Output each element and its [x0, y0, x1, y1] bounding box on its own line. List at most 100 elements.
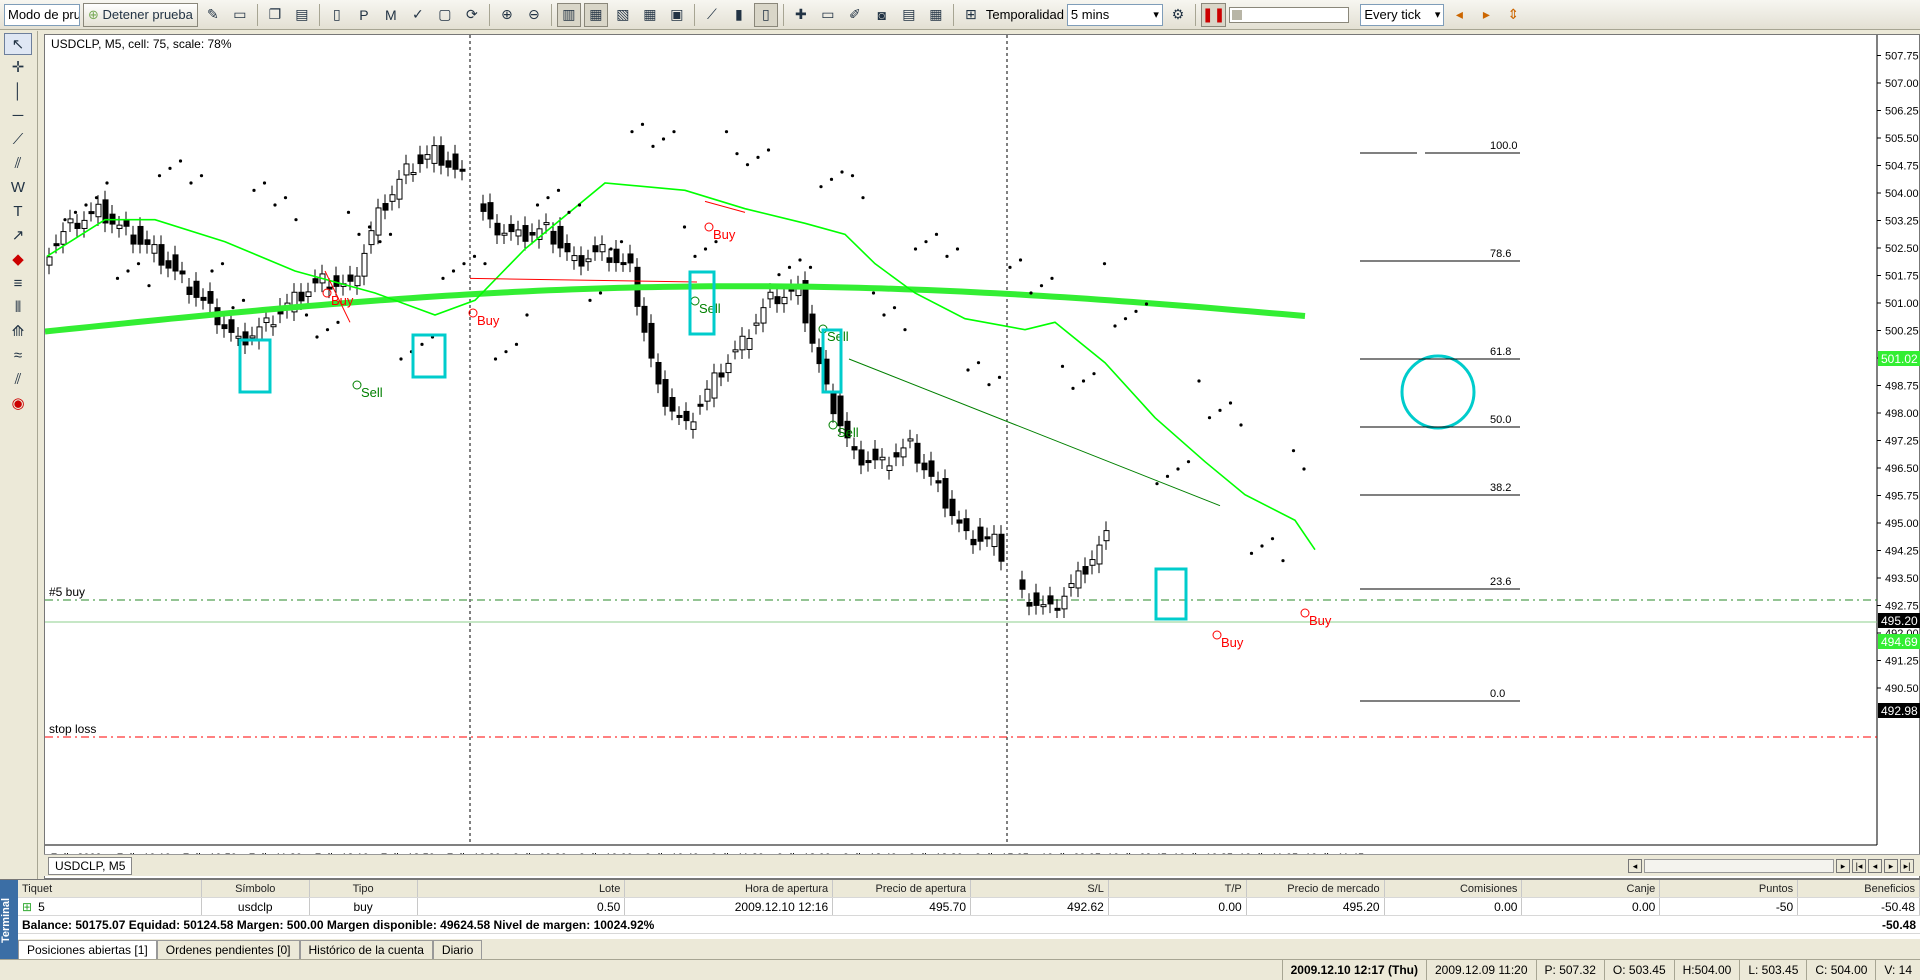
timeframe-icon[interactable]: ⊞ — [959, 3, 983, 27]
zoom-out-icon[interactable]: ⊖ — [522, 3, 546, 27]
mode-select[interactable]: Modo de pru▾ — [4, 3, 80, 26]
scroll-first-icon[interactable]: |◂ — [1852, 858, 1866, 873]
candle — [711, 372, 718, 399]
crosshair-icon[interactable]: ✛ — [4, 57, 32, 79]
column-header[interactable]: Puntos — [1660, 880, 1799, 897]
print-preview-icon[interactable]: P — [352, 3, 376, 27]
period-lines-icon[interactable]: ⦀ — [4, 297, 32, 319]
sar-dot — [1239, 423, 1243, 427]
tab-account-history[interactable]: Histórico de la cuenta — [299, 940, 433, 959]
pitchfork-icon[interactable]: W — [4, 177, 32, 199]
chart-scrollbar[interactable]: ◂ ▸ |◂ ◂ ▸ ▸| — [1628, 858, 1914, 873]
horizontal-line-icon[interactable]: ─ — [4, 105, 32, 127]
column-header[interactable]: Tipo — [310, 880, 418, 897]
copy-icon[interactable]: ❐ — [263, 3, 287, 27]
zoom-in-icon[interactable]: ⊕ — [495, 3, 519, 27]
column-header[interactable]: S/L — [971, 880, 1109, 897]
sar-dot — [1039, 284, 1044, 288]
shapes-icon[interactable]: ◆ — [4, 249, 32, 271]
text-icon[interactable]: T — [4, 201, 32, 223]
mail-icon[interactable]: M — [379, 3, 403, 27]
column-header[interactable]: Precio de apertura — [833, 880, 971, 897]
column-header[interactable]: Precio de mercado — [1247, 880, 1385, 897]
window-icon[interactable]: ▣ — [665, 3, 689, 27]
column-header[interactable]: Tiquet — [18, 880, 202, 897]
add-indicator-icon[interactable]: ✚ — [789, 3, 813, 27]
column-header[interactable]: Lote — [418, 880, 626, 897]
tab-journal[interactable]: Diario — [432, 940, 483, 959]
bar-chart-icon[interactable]: ▦ — [583, 2, 608, 27]
gann-icon[interactable]: ⫽ — [4, 369, 32, 391]
chart-bars-icon[interactable]: ▮ — [727, 3, 751, 27]
channel-icon[interactable]: ⫽ — [4, 153, 32, 175]
scroll-left-icon[interactable]: ◂ — [1628, 858, 1642, 873]
candle — [165, 260, 172, 269]
camera-icon[interactable]: ◙ — [870, 3, 894, 27]
tab-pending-orders[interactable]: Ordenes pendientes [0] — [156, 940, 300, 959]
settings-icon[interactable]: ⚙ — [1166, 3, 1190, 27]
stop-test-button[interactable]: ⊕ Detener prueba — [83, 2, 198, 27]
sar-dot — [577, 203, 582, 207]
fibonacci-icon[interactable]: ≡ — [4, 273, 32, 295]
price-label: 502.50 — [1885, 243, 1919, 255]
table-row[interactable]: ⊞ 5 usdclp buy 0.50 2009.12.10 12:16 495.… — [18, 898, 1920, 916]
candle — [886, 465, 893, 471]
edit-icon[interactable]: ✎ — [201, 3, 225, 27]
price-chart[interactable]: 507.75 507.00 506.25 505.50 504.75 504.00 503.… — [45, 35, 1920, 855]
speed-slider[interactable] — [1229, 6, 1350, 23]
fib-level-label: 61.8 — [1490, 346, 1511, 358]
scroll-right-icon[interactable]: ▸ — [1836, 858, 1850, 873]
jump-icon[interactable]: ⇕ — [1501, 3, 1525, 27]
refresh-icon[interactable]: ⟳ — [460, 3, 484, 27]
candles-icon[interactable]: ▯ — [753, 2, 778, 27]
new-document-icon[interactable]: ▯ — [325, 3, 349, 27]
tick-mode-select[interactable]: Every tick ▾ — [1360, 3, 1445, 26]
candle — [424, 154, 431, 160]
sar-dot — [115, 276, 120, 280]
step-back-icon[interactable]: ◂ — [1447, 3, 1471, 27]
column-header[interactable]: Hora de apertura — [625, 880, 834, 897]
properties-icon[interactable]: ▤ — [897, 3, 921, 27]
trade-line — [469, 277, 698, 283]
column-header[interactable]: Canje — [1522, 880, 1661, 897]
column-header[interactable]: T/P — [1109, 880, 1247, 897]
trend-icon[interactable]: ⟋ — [700, 3, 724, 27]
fan-icon[interactable]: ⟰ — [4, 321, 32, 343]
vertical-line-icon[interactable]: │ — [4, 81, 32, 103]
tab-open-positions[interactable]: Posiciones abiertas [1] — [18, 940, 157, 959]
template-icon[interactable]: ▭ — [816, 3, 840, 27]
timeframe-select[interactable]: 5 mins ▾ — [1066, 3, 1163, 26]
document-icon[interactable]: ▢ — [433, 3, 457, 27]
paste-icon[interactable]: ▤ — [290, 3, 314, 27]
column-header[interactable]: Comisiones — [1385, 880, 1523, 897]
step-forward-icon[interactable]: ▸ — [1474, 3, 1498, 27]
scroll-last-icon[interactable]: ▸| — [1900, 858, 1914, 873]
folder-icon[interactable]: ▭ — [228, 3, 252, 27]
candle-chart-icon[interactable]: ▥ — [556, 2, 581, 27]
candle — [410, 172, 417, 176]
grid-icon[interactable]: ▦ — [638, 3, 662, 27]
column-header[interactable]: Beneficios — [1798, 880, 1920, 897]
label-icon[interactable]: ↗ — [4, 225, 32, 247]
cursor-icon[interactable]: ↖ — [4, 33, 32, 55]
brush-icon[interactable]: ✐ — [843, 3, 867, 27]
buy-arrow-marker — [1212, 630, 1222, 640]
trendline-icon[interactable]: ⟋ — [4, 129, 32, 151]
candle — [823, 358, 830, 385]
expert-icon[interactable]: ▦ — [924, 3, 948, 27]
sar-dot — [252, 188, 256, 192]
line-chart-icon[interactable]: ▧ — [611, 3, 635, 27]
chart-tab-usdclp[interactable]: USDCLP, M5 — [48, 856, 133, 875]
arcs-icon[interactable]: ≈ — [4, 345, 32, 367]
scroll-prev-icon[interactable]: ◂ — [1868, 858, 1882, 873]
candle — [627, 253, 634, 264]
scroll-next-icon[interactable]: ▸ — [1884, 858, 1898, 873]
candle — [95, 203, 102, 218]
chart-window[interactable]: 507.75 507.00 506.25 505.50 504.75 504.00 503.… — [44, 34, 1920, 879]
pause-icon[interactable]: ❚❚ — [1200, 2, 1227, 27]
column-header[interactable]: Símbolo — [202, 880, 310, 897]
scroll-track[interactable] — [1644, 858, 1834, 873]
check-icon[interactable]: ✓ — [406, 3, 430, 27]
magnet-icon[interactable]: ◉ — [4, 393, 32, 415]
speed-slider-knob[interactable] — [1232, 9, 1243, 20]
